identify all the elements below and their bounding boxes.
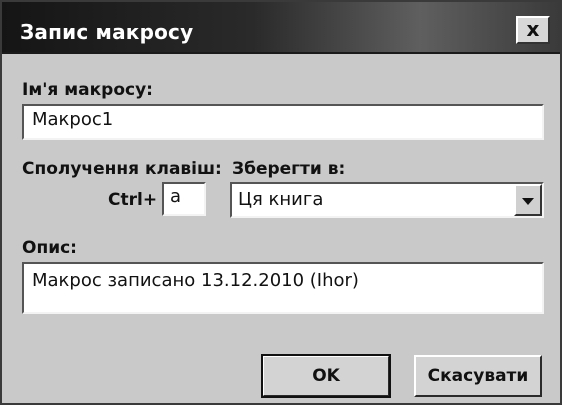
record-macro-dialog: Запис макросу x Ім'я макросу: Макрос1 Сп…	[0, 0, 562, 405]
save-in-dropdown[interactable]: Ця книга	[230, 182, 544, 218]
chevron-down-icon	[522, 197, 534, 205]
description-label: Опис:	[22, 238, 77, 258]
dialog-title: Запис макросу	[20, 20, 194, 44]
save-in-dropdown-button[interactable]	[514, 184, 542, 216]
title-bar[interactable]: Запис макросу x	[2, 2, 560, 54]
save-in-label: Зберегти в:	[232, 159, 346, 179]
save-in-selected-value: Ця книга	[238, 189, 324, 210]
macro-name-label: Ім'я макросу:	[22, 80, 153, 100]
close-icon: x	[526, 17, 540, 41]
shortcut-label: Сполучення клавіш:	[22, 159, 222, 179]
ctrl-prefix: Ctrl+	[108, 190, 158, 210]
ok-button[interactable]: OK	[261, 354, 391, 398]
description-textarea[interactable]: Макрос записано 13.12.2010 (Ihor)	[22, 262, 544, 314]
cancel-button[interactable]: Скасувати	[414, 355, 542, 397]
macro-name-input[interactable]: Макрос1	[22, 104, 544, 140]
shortcut-key-input[interactable]: a	[162, 182, 206, 216]
close-button[interactable]: x	[516, 16, 550, 44]
